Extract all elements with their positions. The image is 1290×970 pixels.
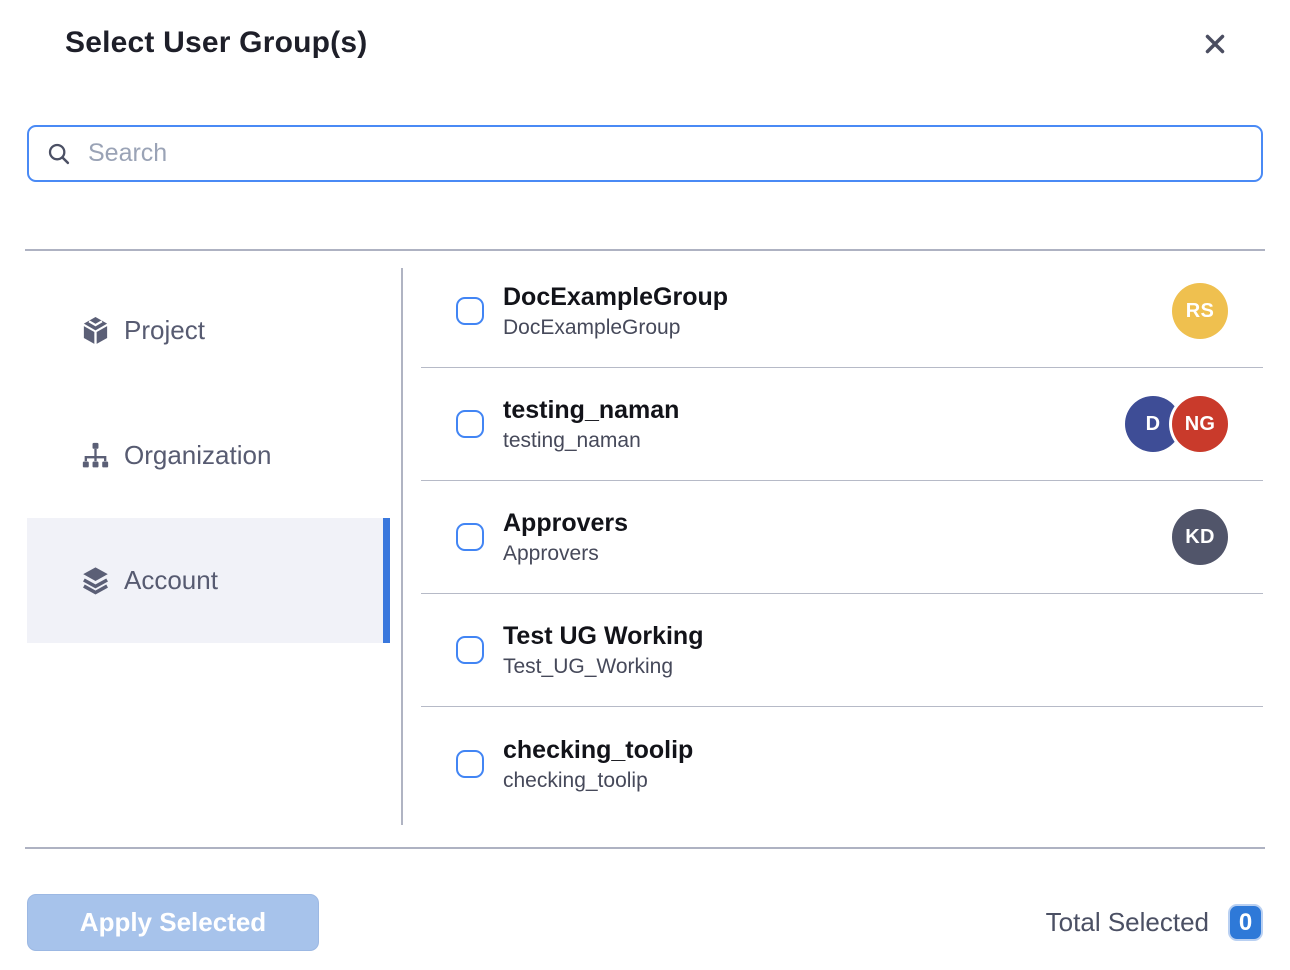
search-input[interactable]	[88, 139, 1244, 168]
group-text: DocExampleGroup DocExampleGroup	[503, 282, 1172, 340]
group-subtitle: DocExampleGroup	[503, 315, 1172, 340]
modal-footer: Apply Selected Total Selected 0	[0, 894, 1290, 951]
select-user-groups-modal: Select User Group(s) Project Organizatio…	[0, 0, 1290, 970]
group-subtitle: Test_UG_Working	[503, 654, 1228, 679]
modal-header: Select User Group(s)	[0, 0, 1290, 61]
group-title: Test UG Working	[503, 621, 1228, 651]
avatar: RS	[1172, 283, 1228, 339]
sidebar-item-label: Project	[124, 315, 205, 346]
group-text: checking_toolip checking_toolip	[503, 735, 1228, 793]
group-checkbox[interactable]	[456, 523, 484, 551]
sidebar-item-label: Account	[124, 565, 218, 596]
sidebar-item-account[interactable]: Account	[27, 518, 390, 643]
sidebar-item-label: Organization	[124, 440, 271, 471]
layers-icon	[80, 565, 111, 596]
search-bar	[27, 125, 1263, 182]
group-title: DocExampleGroup	[503, 282, 1172, 312]
sitemap-icon	[80, 440, 111, 471]
apply-selected-button[interactable]: Apply Selected	[27, 894, 319, 951]
total-selected: Total Selected 0	[1046, 904, 1263, 941]
search-icon	[46, 141, 72, 167]
group-text: testing_naman testing_naman	[503, 395, 1125, 453]
group-checkbox[interactable]	[456, 750, 484, 778]
avatar-group: DNG	[1125, 396, 1228, 452]
sidebar-item-project[interactable]: Project	[27, 268, 390, 393]
total-selected-label: Total Selected	[1046, 907, 1209, 938]
group-checkbox[interactable]	[456, 636, 484, 664]
avatar: NG	[1172, 396, 1228, 452]
group-row[interactable]: checking_toolip checking_toolip	[421, 707, 1263, 820]
group-row[interactable]: Approvers Approvers KD	[421, 481, 1263, 594]
page-title: Select User Group(s)	[65, 25, 367, 61]
group-row[interactable]: testing_naman testing_naman DNG	[421, 368, 1263, 481]
group-subtitle: checking_toolip	[503, 768, 1228, 793]
group-row[interactable]: DocExampleGroup DocExampleGroup RS	[421, 255, 1263, 368]
cube-icon	[80, 315, 111, 346]
group-title: testing_naman	[503, 395, 1125, 425]
group-subtitle: Approvers	[503, 541, 1172, 566]
modal-content: Project Organization Account DocExampleG…	[0, 251, 1290, 825]
close-icon[interactable]	[1198, 27, 1232, 61]
group-checkbox[interactable]	[456, 297, 484, 325]
group-subtitle: testing_naman	[503, 428, 1125, 453]
avatar-group: KD	[1172, 509, 1228, 565]
group-list: DocExampleGroup DocExampleGroup RS testi…	[421, 251, 1263, 820]
avatar: KD	[1172, 509, 1228, 565]
sidebar: Project Organization Account	[0, 251, 390, 643]
group-text: Test UG Working Test_UG_Working	[503, 621, 1228, 679]
group-text: Approvers Approvers	[503, 508, 1172, 566]
sidebar-item-organization[interactable]: Organization	[27, 393, 390, 518]
total-selected-count-badge: 0	[1228, 904, 1263, 941]
group-title: Approvers	[503, 508, 1172, 538]
group-row[interactable]: Test UG Working Test_UG_Working	[421, 594, 1263, 707]
group-checkbox[interactable]	[456, 410, 484, 438]
group-title: checking_toolip	[503, 735, 1228, 765]
footer-divider	[25, 847, 1265, 849]
sidebar-list-divider	[401, 268, 403, 825]
avatar-group: RS	[1172, 283, 1228, 339]
